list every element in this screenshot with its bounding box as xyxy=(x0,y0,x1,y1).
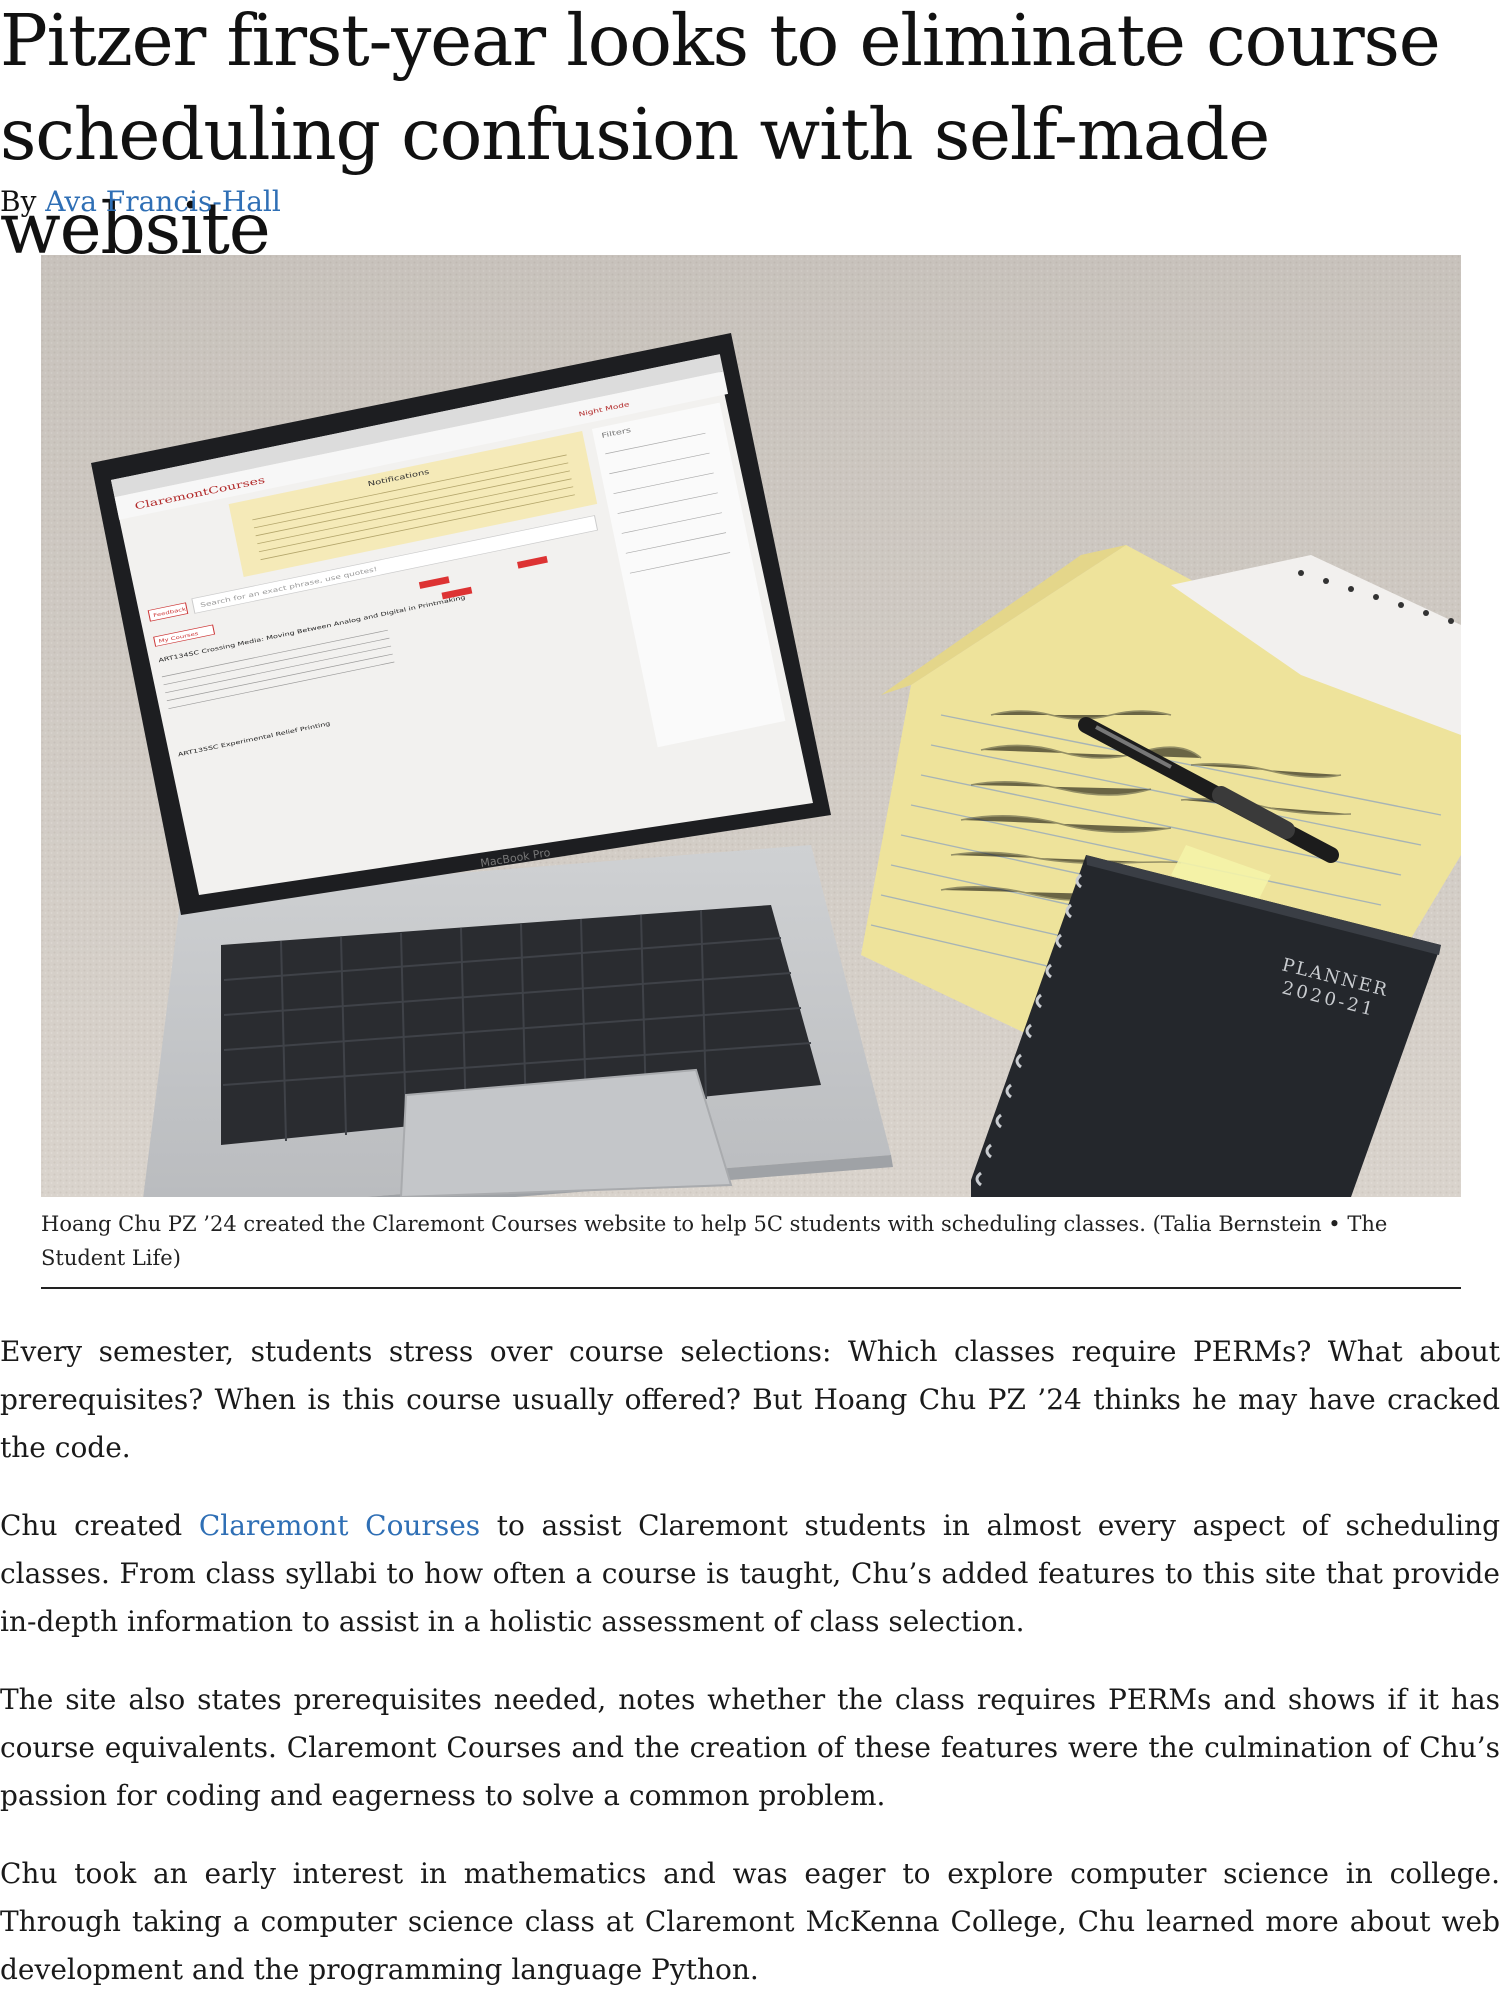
paragraph-2-start: Chu created xyxy=(0,1509,199,1542)
article-body: Every semester, students stress over cou… xyxy=(0,1328,1500,2006)
article: Pitzer first-year looks to eliminate cou… xyxy=(0,0,1508,2006)
photo-caption: Hoang Chu PZ ’24 created the Claremont C… xyxy=(41,1207,1461,1289)
byline: By Ava Francis-Hall xyxy=(0,182,281,222)
featured-photo: PLANNER 2020-21 ClaremontCourses Night M… xyxy=(41,255,1461,1197)
featured-figure: PLANNER 2020-21 ClaremontCourses Night M… xyxy=(41,255,1461,1289)
article-headline: Pitzer first-year looks to eliminate cou… xyxy=(0,0,1441,270)
paragraph-4: Chu took an early interest in mathematic… xyxy=(0,1857,1500,1986)
paragraph-2: Chu created Claremont Courses to assist … xyxy=(0,1502,1500,1646)
paragraph-3: The site also states prerequisites neede… xyxy=(0,1683,1500,1812)
author-link[interactable]: Ava Francis-Hall xyxy=(45,185,281,218)
paragraph-1: Every semester, students stress over cou… xyxy=(0,1335,1500,1464)
claremont-courses-link[interactable]: Claremont Courses xyxy=(199,1509,480,1542)
byline-prefix: By xyxy=(0,185,46,218)
